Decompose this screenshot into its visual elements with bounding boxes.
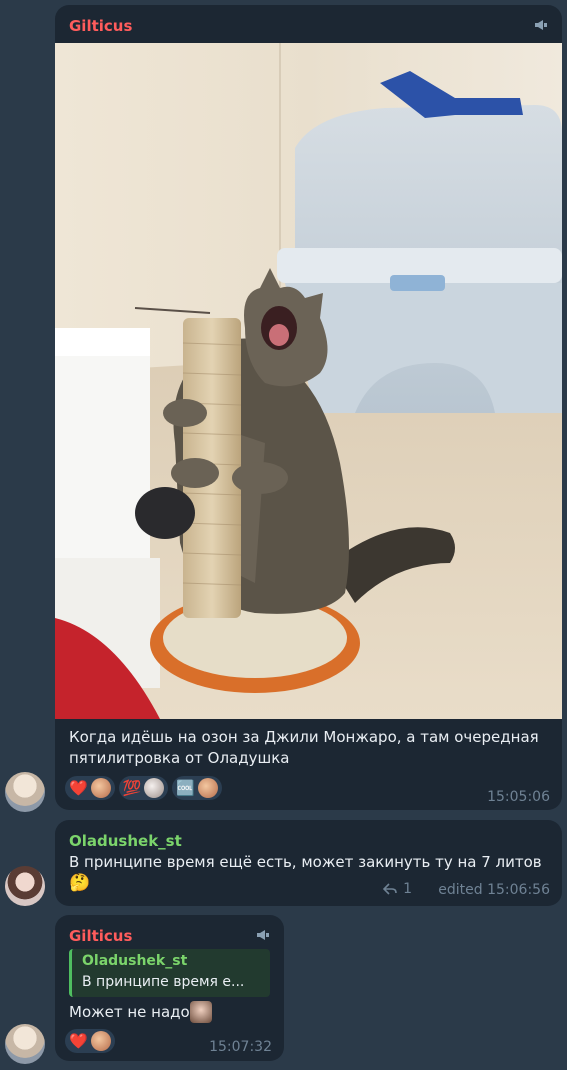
reply-count: 1 xyxy=(403,881,412,897)
message-time: edited 15:06:56 xyxy=(438,882,550,898)
hundred-emoji: 💯 xyxy=(122,778,142,797)
channel-sender-icon xyxy=(535,20,547,30)
message-text-line: В принципе время ещё есть, может закинут… xyxy=(69,853,542,871)
reply-icon xyxy=(383,883,397,895)
reactions-bar: ❤️ 💯 🆒 xyxy=(65,776,223,800)
message-text-line: пятилитровка от Оладушка xyxy=(69,749,290,767)
channel-sender-icon xyxy=(257,930,269,940)
reactions-bar: ❤️ xyxy=(65,1029,115,1053)
reply-indicator[interactable]: 1 xyxy=(383,881,412,897)
message-time: 15:07:32 xyxy=(209,1039,272,1055)
message-time: 15:05:06 xyxy=(487,789,550,805)
message-text: Может не надо xyxy=(69,1001,212,1023)
reaction-sticker[interactable]: 🆒 xyxy=(172,776,223,800)
reactor-avatar xyxy=(90,1031,111,1051)
cat-photo[interactable] xyxy=(55,43,562,719)
reply-quote[interactable]: Oladushek_st В принципе время е... xyxy=(69,949,270,997)
quote-text: В принципе время е... xyxy=(82,974,245,990)
heart-emoji: ❤️ xyxy=(69,778,88,797)
reaction-heart[interactable]: ❤️ xyxy=(65,1029,115,1053)
reaction-hundred[interactable]: 💯 xyxy=(118,776,169,800)
reactor-avatar xyxy=(144,778,165,798)
avatar[interactable] xyxy=(5,866,45,906)
custom-emoji xyxy=(189,1001,212,1023)
message-bubble[interactable]: Gilticus Oladushek_st В принципе время е… xyxy=(55,915,284,1061)
message-text-line: Когда идёшь на озон за Джили Монжаро, а … xyxy=(69,728,539,746)
quote-sender: Oladushek_st xyxy=(82,953,188,969)
message-text-line: Может не надо xyxy=(69,1002,190,1021)
sender-name[interactable]: Gilticus xyxy=(69,17,132,35)
reactor-avatar xyxy=(90,778,111,798)
reactor-avatar xyxy=(198,778,219,798)
avatar[interactable] xyxy=(5,772,45,812)
sender-name[interactable]: Gilticus xyxy=(69,927,132,945)
message-bubble[interactable]: Gilticus Когда идёшь на озон за Джили Мо… xyxy=(55,5,562,810)
sender-name[interactable]: Oladushek_st xyxy=(69,832,182,850)
sticker-emoji: 🆒 xyxy=(176,778,196,797)
avatar[interactable] xyxy=(5,1024,45,1064)
reaction-heart[interactable]: ❤️ xyxy=(65,776,115,800)
message-bubble[interactable]: Oladushek_st В принципе время ещё есть, … xyxy=(55,820,562,906)
message-text: Когда идёшь на озон за Джили Монжаро, а … xyxy=(69,727,553,769)
heart-emoji: ❤️ xyxy=(69,1031,88,1050)
